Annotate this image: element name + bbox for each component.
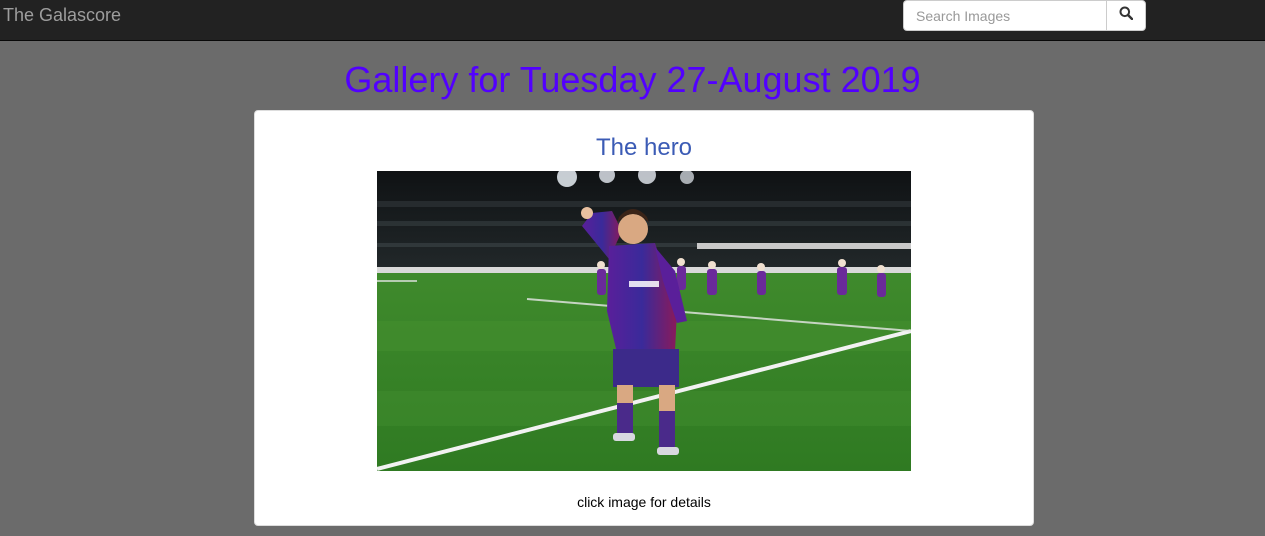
gallery-image-link[interactable] [377, 171, 911, 471]
gallery-item-title: The hero [595, 134, 693, 161]
brand-link[interactable]: The Galascore [3, 5, 121, 25]
search-icon [1119, 6, 1134, 25]
page-title: Gallery for Tuesday 27-August 2019 [344, 59, 921, 100]
search-input[interactable] [903, 0, 1107, 31]
search-form [903, 0, 1146, 31]
gallery-card: The hero click image for details [254, 110, 1034, 526]
image-caption: click image for details [577, 494, 711, 510]
gallery-photo [377, 171, 911, 471]
search-button[interactable] [1106, 0, 1146, 31]
top-navbar: The Galascore [0, 0, 1265, 41]
